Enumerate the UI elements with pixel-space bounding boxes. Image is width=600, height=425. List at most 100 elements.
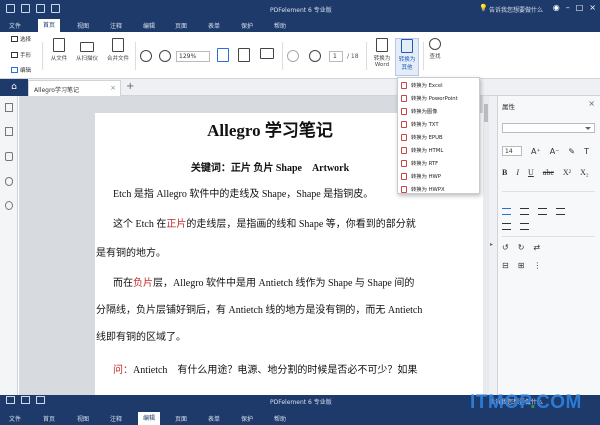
underline-icon[interactable]: U [528,168,534,177]
menu-item-hwp[interactable]: 转换为 HWP [401,171,441,181]
flip-icon[interactable]: ⇄ [533,243,540,252]
menu-home[interactable]: 首页 [38,413,60,424]
menu-help[interactable]: 帮助 [269,413,291,424]
menu-bar: 文件 首页 视图 注释 编辑 页面 表单 保护 帮助 [0,18,600,32]
paragraph-line: 这个 Etch 在正片的走线层，是指画的线和 Shape 等，你看到的部分就 [113,219,416,230]
menu-item-powerpoint[interactable]: 转换为 PowerPoint [401,93,458,103]
convert-to-word-button[interactable]: 转换为 Word [370,38,394,68]
strikethrough-icon[interactable]: abc [543,168,554,177]
zoom-level-select[interactable]: 129% [176,51,210,62]
align-objects-icon[interactable]: ⊟ [502,261,509,270]
font-size-select[interactable]: 14 [502,146,522,156]
thumbnails-icon[interactable] [5,103,13,112]
save-icon[interactable] [21,4,30,13]
spacing-icon[interactable]: ⋮ [533,261,541,270]
align-center-icon[interactable] [520,208,529,215]
tell-me-search[interactable]: 告诉我您想要做什么 [489,5,543,14]
attachment-icon[interactable] [5,177,13,186]
italic-icon[interactable]: I [516,168,519,177]
print-icon[interactable] [36,4,45,13]
menu-page[interactable]: 页面 [170,20,192,31]
menu-form[interactable]: 表单 [203,413,225,424]
scrollbar-thumb[interactable] [484,104,488,122]
align-right-icon[interactable] [538,208,547,215]
hwpx-file-icon [401,185,407,193]
close-tab-icon[interactable]: × [110,84,116,92]
fit-height-button[interactable] [216,48,230,64]
close-button[interactable]: × [589,3,596,12]
menu-help[interactable]: 帮助 [269,20,291,31]
menu-home[interactable]: 首页 [38,19,61,32]
text-color-icon[interactable]: T [584,147,589,156]
bookmark-icon[interactable] [5,127,13,136]
menu-view[interactable]: 视图 [72,413,94,424]
rotate-right-icon[interactable]: ↻ [518,243,525,252]
menu-page[interactable]: 页面 [170,413,192,424]
align-justify-icon[interactable] [556,208,565,215]
menu-form[interactable]: 表单 [203,20,225,31]
convert-to-other-button[interactable]: 转换为 其他 [395,38,419,76]
panel-toggle[interactable]: ▸ [489,96,497,395]
search-button[interactable]: 查找 [426,38,444,60]
hand-tool[interactable]: 手形 [11,51,31,59]
menu-comment[interactable]: 注释 [105,413,127,424]
superscript-icon[interactable]: X² [563,168,571,177]
comment-icon[interactable] [5,152,13,161]
next-page-button[interactable] [308,50,322,64]
from-scanner-button[interactable]: 从扫描仪 [72,38,102,62]
select-tool[interactable]: 选择 [11,35,31,43]
highlight-icon[interactable]: ✎ [568,147,575,156]
search-icon[interactable] [5,201,13,210]
menu-file[interactable]: 文件 [4,413,26,424]
font-family-select[interactable] [502,123,595,133]
user-icon[interactable]: ◉ [553,3,560,12]
from-file-button[interactable]: 从文件 [48,38,70,62]
rotate-left-icon[interactable]: ↺ [502,243,509,252]
menu-item-html[interactable]: 转换为 HTML [401,145,443,155]
add-tab-button[interactable]: + [126,81,134,92]
menu-item-image[interactable]: 转换为图像 [401,106,438,116]
print-icon[interactable] [36,396,45,404]
page-number-input[interactable]: 1 [329,51,343,62]
edit-tool[interactable]: 编辑 [11,66,31,74]
menu-protect[interactable]: 保护 [236,413,258,424]
save-icon[interactable] [21,396,30,404]
close-icon[interactable]: × [588,99,595,108]
distribute-icon[interactable]: ⊞ [518,261,525,270]
word-file-icon [376,38,388,52]
maximize-button[interactable]: □ [576,3,584,12]
home-icon[interactable]: ⌂ [0,79,28,96]
menu-edit[interactable]: 编辑 [138,412,161,425]
fit-width-icon [238,48,250,62]
subscript-icon[interactable]: X₂ [580,168,589,177]
undo-icon[interactable] [51,4,60,13]
menu-item-epub[interactable]: 转换为 EPUB [401,132,443,142]
zoom-in-button[interactable] [158,50,172,64]
full-screen-button[interactable] [259,48,275,61]
menu-item-excel[interactable]: 转换为 Excel [401,80,443,90]
menu-comment[interactable]: 注释 [105,20,127,31]
menu-protect[interactable]: 保护 [236,20,258,31]
font-size-row: 14 A⁺ A⁻ ✎ T [502,146,589,156]
previous-page-button[interactable] [286,50,300,64]
menu-item-txt[interactable]: 转换为 TXT [401,119,439,129]
convert-file-icon [401,39,413,53]
title-bar: PDFelement 6 专业版 💡 告诉我您想要做什么 ◉ – □ × [0,0,600,18]
fit-width-button[interactable] [237,48,251,64]
paragraph-spacing-icon[interactable] [520,223,529,230]
zoom-out-button[interactable] [139,50,153,64]
line-spacing-icon[interactable] [502,223,511,230]
font-shrink-icon[interactable]: A⁻ [550,147,560,156]
menu-file[interactable]: 文件 [4,20,26,31]
minimize-button[interactable]: – [566,3,570,12]
align-left-icon[interactable] [502,208,511,215]
bold-icon[interactable]: B [502,168,507,177]
menu-item-hwpx[interactable]: 转换为 HWPX [401,184,445,194]
menu-view[interactable]: 视图 [72,20,94,31]
search-icon [429,38,441,50]
document-tab[interactable]: Allegro学习笔记 × [28,80,121,96]
menu-item-rtf[interactable]: 转换为 RTF [401,158,438,168]
menu-edit[interactable]: 编辑 [138,20,160,31]
combine-files-button[interactable]: 合并文件 [103,38,133,62]
font-grow-icon[interactable]: A⁺ [531,147,541,156]
